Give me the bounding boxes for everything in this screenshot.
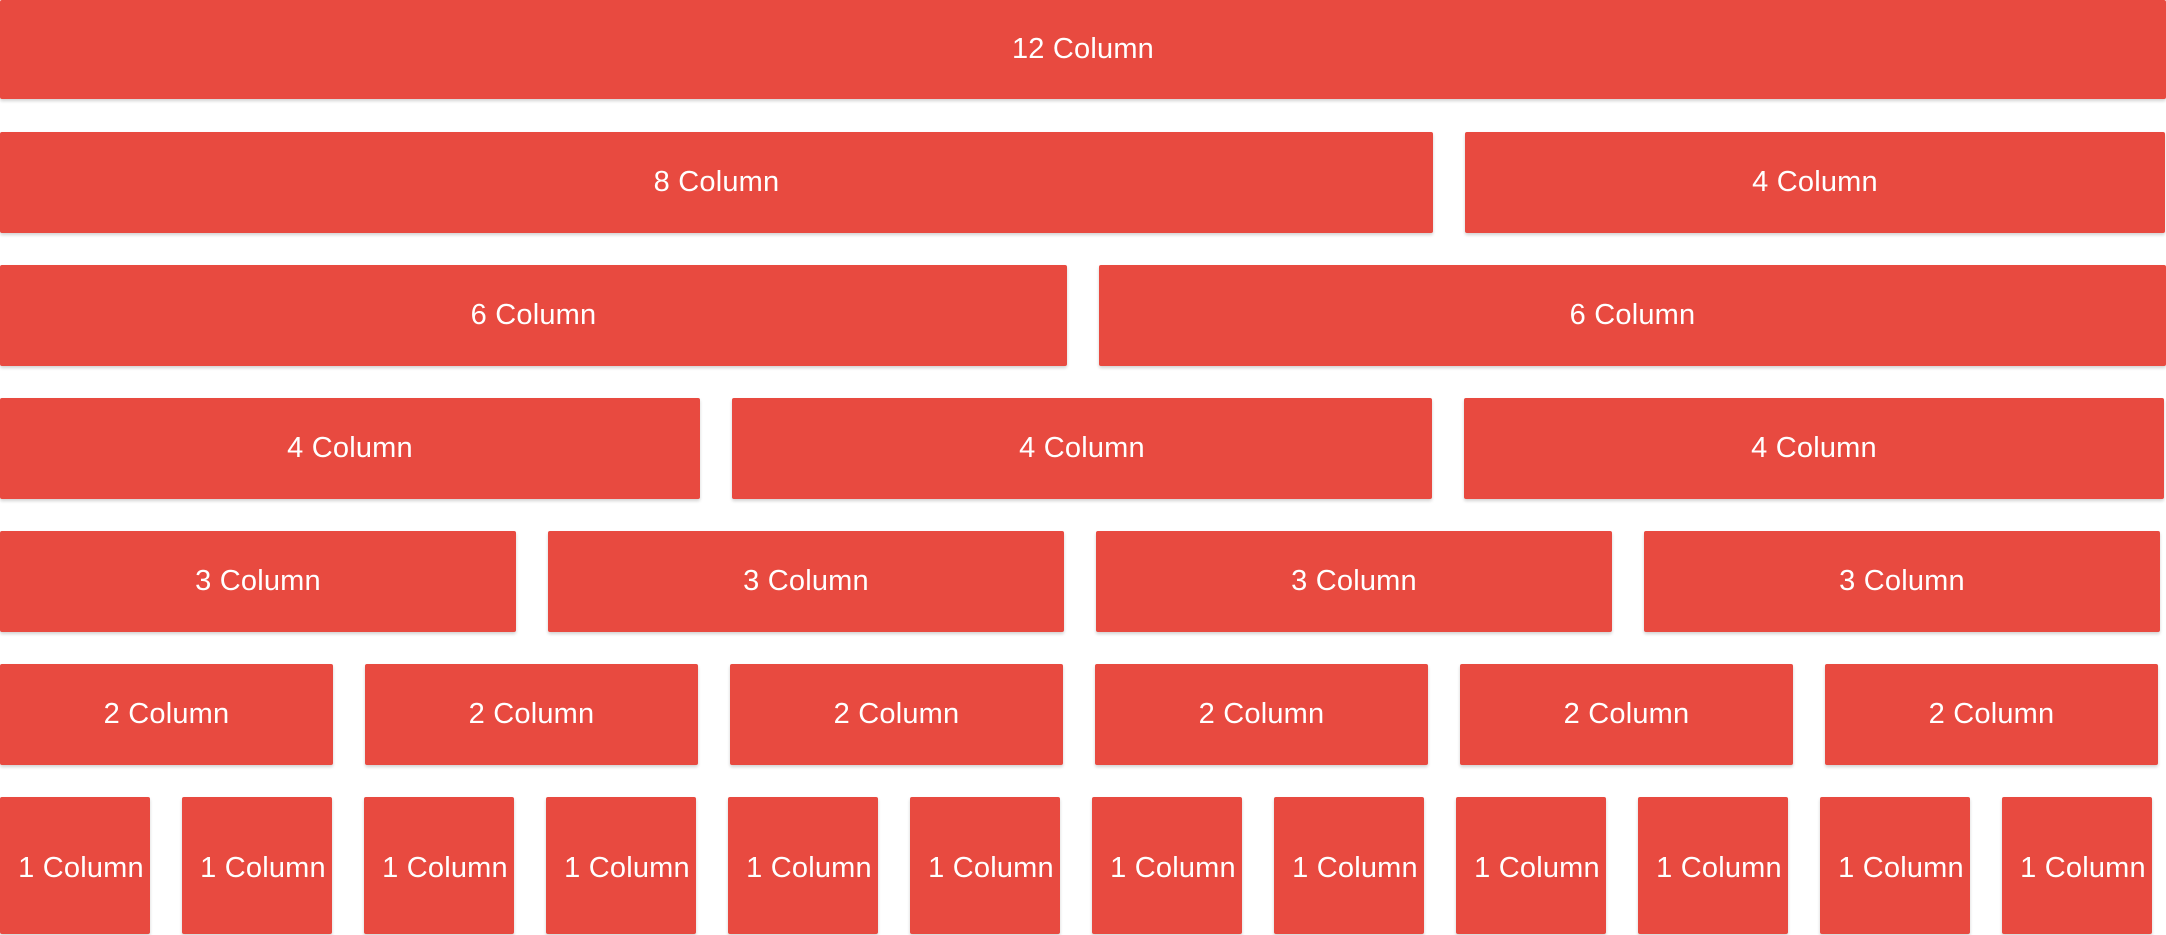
column-2-cell: 2 Column: [1095, 664, 1428, 765]
column-3-cell: 3 Column: [1644, 531, 2160, 632]
column-1-cell: 1 Column: [1274, 797, 1424, 934]
column-3-cell: 3 Column: [0, 531, 516, 632]
column-12-cell: 12 Column: [0, 0, 2166, 99]
column-6-cell: 6 Column: [0, 265, 1067, 366]
column-1-cell: 1 Column: [728, 797, 878, 934]
column-1-cell: 1 Column: [1092, 797, 1242, 934]
column-1-cell: 1 Column: [910, 797, 1060, 934]
column-1-cell: 1 Column: [364, 797, 514, 934]
column-3-cell: 3 Column: [548, 531, 1064, 632]
row-12-column: 12 Column: [0, 0, 2166, 99]
row-6-column: 6 Column 6 Column: [0, 265, 2166, 366]
column-6-cell: 6 Column: [1099, 265, 2166, 366]
column-1-cell: 1 Column: [1638, 797, 1788, 934]
column-8-cell: 8 Column: [0, 132, 1433, 233]
column-grid: 12 Column 8 Column 4 Column 6 Column 6 C…: [0, 0, 2166, 935]
column-2-cell: 2 Column: [0, 664, 333, 765]
column-4-cell: 4 Column: [732, 398, 1432, 499]
column-4-cell: 4 Column: [1464, 398, 2164, 499]
column-3-cell: 3 Column: [1096, 531, 1612, 632]
row-8-4-column: 8 Column 4 Column: [0, 132, 2166, 233]
column-1-cell: 1 Column: [2002, 797, 2152, 934]
column-4-cell: 4 Column: [1465, 132, 2165, 233]
row-4-column: 4 Column 4 Column 4 Column: [0, 398, 2166, 499]
column-4-cell: 4 Column: [0, 398, 700, 499]
column-1-cell: 1 Column: [546, 797, 696, 934]
column-1-cell: 1 Column: [0, 797, 150, 934]
column-2-cell: 2 Column: [365, 664, 698, 765]
column-2-cell: 2 Column: [1825, 664, 2158, 765]
column-2-cell: 2 Column: [1460, 664, 1793, 765]
column-1-cell: 1 Column: [1456, 797, 1606, 934]
column-2-cell: 2 Column: [730, 664, 1063, 765]
column-1-cell: 1 Column: [182, 797, 332, 934]
row-1-column: 1 Column 1 Column 1 Column 1 Column 1 Co…: [0, 797, 2166, 934]
column-1-cell: 1 Column: [1820, 797, 1970, 934]
row-3-column: 3 Column 3 Column 3 Column 3 Column: [0, 531, 2166, 632]
row-2-column: 2 Column 2 Column 2 Column 2 Column 2 Co…: [0, 664, 2166, 765]
